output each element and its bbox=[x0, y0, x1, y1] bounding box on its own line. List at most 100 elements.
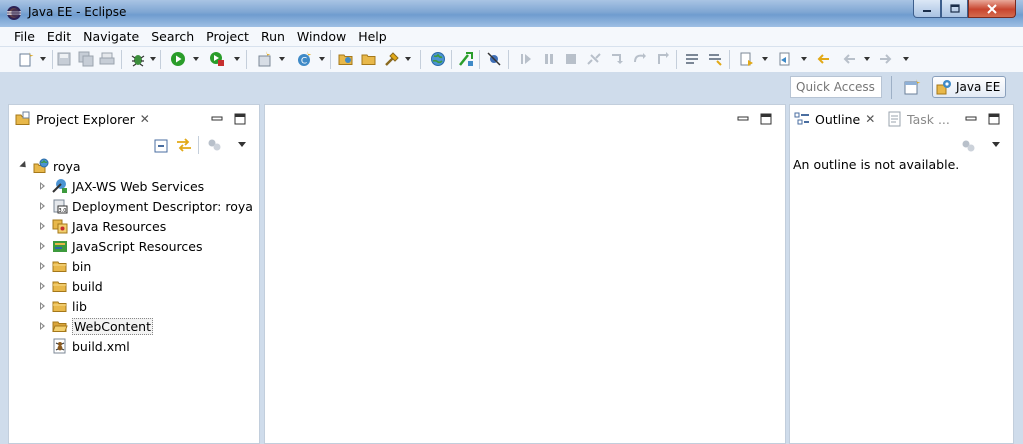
minimize-editor-icon[interactable] bbox=[737, 113, 749, 125]
terminate-icon[interactable] bbox=[563, 51, 579, 67]
tree-item-webcontent[interactable]: WebContent bbox=[38, 316, 153, 336]
run-icon[interactable] bbox=[170, 51, 186, 67]
annotation-next-dropdown-icon[interactable] bbox=[762, 57, 768, 61]
tree-item-label: bin bbox=[72, 258, 92, 274]
back-icon[interactable] bbox=[841, 51, 857, 67]
external-tools-icon[interactable] bbox=[209, 51, 225, 67]
collapse-icon[interactable] bbox=[38, 241, 48, 251]
suspend-icon[interactable] bbox=[541, 51, 557, 67]
save-icon[interactable] bbox=[56, 51, 72, 67]
maximize-view-icon[interactable] bbox=[234, 113, 246, 125]
menu-run[interactable]: Run bbox=[255, 27, 291, 47]
tree-project-roya[interactable]: roya bbox=[19, 156, 81, 176]
java-resources-icon bbox=[52, 219, 68, 234]
tree-item-deployment-descriptor[interactable]: 3.0 Deployment Descriptor: roya bbox=[38, 196, 253, 216]
step-over-icon[interactable] bbox=[632, 51, 648, 67]
tree-item-build[interactable]: build bbox=[38, 276, 103, 296]
tab-task-list[interactable]: Task ... bbox=[888, 105, 950, 133]
tab-outline[interactable]: Outline ✕ bbox=[794, 105, 875, 133]
collapse-icon[interactable] bbox=[38, 301, 48, 311]
back-dropdown-icon[interactable] bbox=[864, 57, 870, 61]
new-server-dropdown-icon[interactable] bbox=[279, 57, 285, 61]
collapse-icon[interactable] bbox=[38, 221, 48, 231]
resume-icon[interactable] bbox=[518, 51, 534, 67]
folder-icon bbox=[52, 301, 67, 312]
last-edit-icon[interactable] bbox=[815, 51, 831, 67]
new-java-class-dropdown-icon[interactable] bbox=[319, 57, 325, 61]
search-tool-dropdown-icon[interactable] bbox=[405, 57, 411, 61]
tree-item-lib[interactable]: lib bbox=[38, 296, 87, 316]
search-tool-icon[interactable] bbox=[384, 51, 400, 67]
filter-icon[interactable] bbox=[207, 138, 223, 152]
debug-dropdown-icon[interactable] bbox=[150, 57, 156, 61]
minimize-window-button[interactable] bbox=[913, 0, 941, 18]
new-dropdown-icon[interactable] bbox=[40, 57, 46, 61]
menu-help[interactable]: Help bbox=[352, 27, 393, 47]
outline-message: An outline is not available. bbox=[793, 157, 960, 172]
collapse-icon[interactable] bbox=[38, 281, 48, 291]
save-all-icon[interactable] bbox=[78, 51, 94, 67]
tab-project-explorer[interactable]: Project Explorer ✕ bbox=[15, 105, 150, 133]
close-tab-icon[interactable]: ✕ bbox=[140, 112, 150, 126]
quick-access-input[interactable] bbox=[790, 76, 882, 98]
toggle-block-selection-icon[interactable] bbox=[684, 51, 700, 67]
java-ee-perspective-button[interactable]: Java EE bbox=[932, 76, 1006, 98]
tree-item-build-xml[interactable]: build.xml bbox=[52, 336, 130, 356]
external-tools-dropdown-icon[interactable] bbox=[234, 57, 240, 61]
link-with-editor-icon[interactable] bbox=[176, 137, 192, 153]
forward-dropdown-icon[interactable] bbox=[903, 57, 909, 61]
folder-open-icon bbox=[52, 321, 68, 332]
collapse-icon[interactable] bbox=[38, 261, 48, 271]
collapse-all-icon[interactable] bbox=[154, 139, 168, 153]
editor-area[interactable] bbox=[264, 104, 786, 444]
new-java-class-icon[interactable]: C bbox=[296, 51, 312, 67]
annotation-next-icon[interactable] bbox=[738, 51, 754, 67]
print-icon[interactable] bbox=[99, 51, 115, 67]
show-whitespace-icon[interactable] bbox=[707, 51, 723, 67]
tree-item-label: JAX-WS Web Services bbox=[72, 178, 205, 194]
forward-icon[interactable] bbox=[878, 51, 894, 67]
minimize-view-icon[interactable] bbox=[211, 113, 223, 125]
tree-item-java-resources[interactable]: Java Resources bbox=[38, 216, 166, 236]
close-tab-icon[interactable]: ✕ bbox=[865, 112, 875, 126]
menu-search[interactable]: Search bbox=[145, 27, 200, 47]
menu-navigate[interactable]: Navigate bbox=[77, 27, 145, 47]
annotation-prev-icon[interactable] bbox=[777, 51, 793, 67]
annotation-prev-dropdown-icon[interactable] bbox=[801, 57, 807, 61]
title-bar[interactable]: Java EE - Eclipse bbox=[0, 0, 1023, 27]
globe-icon[interactable] bbox=[430, 51, 446, 67]
tree-item-jax-ws[interactable]: JAX-WS Web Services bbox=[38, 176, 204, 196]
collapse-icon[interactable] bbox=[38, 181, 48, 191]
filter-icon[interactable] bbox=[961, 139, 977, 153]
folder-icon bbox=[52, 261, 67, 272]
tree-item-javascript-resources[interactable]: JavaScript Resources bbox=[38, 236, 202, 256]
collapse-icon[interactable] bbox=[38, 201, 48, 211]
expand-icon[interactable] bbox=[19, 161, 29, 171]
run-last-tool-icon[interactable] bbox=[458, 51, 474, 67]
new-server-icon[interactable] bbox=[256, 51, 272, 67]
new-icon[interactable] bbox=[18, 51, 34, 67]
menu-project[interactable]: Project bbox=[200, 27, 255, 47]
step-return-icon[interactable] bbox=[655, 51, 671, 67]
maximize-window-button[interactable] bbox=[941, 0, 968, 18]
tree-item-bin[interactable]: bin bbox=[38, 256, 91, 276]
collapse-icon[interactable] bbox=[38, 321, 48, 331]
maximize-view-icon[interactable] bbox=[988, 113, 1000, 125]
step-into-icon[interactable] bbox=[609, 51, 625, 67]
close-window-button[interactable] bbox=[968, 0, 1016, 18]
minimize-view-icon[interactable] bbox=[965, 113, 977, 125]
run-dropdown-icon[interactable] bbox=[193, 57, 199, 61]
maximize-editor-icon[interactable] bbox=[760, 113, 772, 125]
view-menu-icon[interactable] bbox=[238, 142, 246, 147]
disconnect-icon[interactable] bbox=[586, 51, 602, 67]
open-type-icon[interactable] bbox=[338, 51, 354, 67]
view-menu-icon[interactable] bbox=[992, 142, 1000, 147]
menu-file[interactable]: File bbox=[8, 27, 41, 47]
skip-breakpoints-icon[interactable] bbox=[486, 51, 502, 67]
open-perspective-icon[interactable] bbox=[903, 78, 921, 96]
menu-edit[interactable]: Edit bbox=[41, 27, 77, 47]
menu-window[interactable]: Window bbox=[291, 27, 352, 47]
debug-icon[interactable] bbox=[130, 51, 146, 67]
minimize-icon bbox=[923, 9, 931, 12]
open-folder-icon[interactable] bbox=[361, 51, 377, 67]
